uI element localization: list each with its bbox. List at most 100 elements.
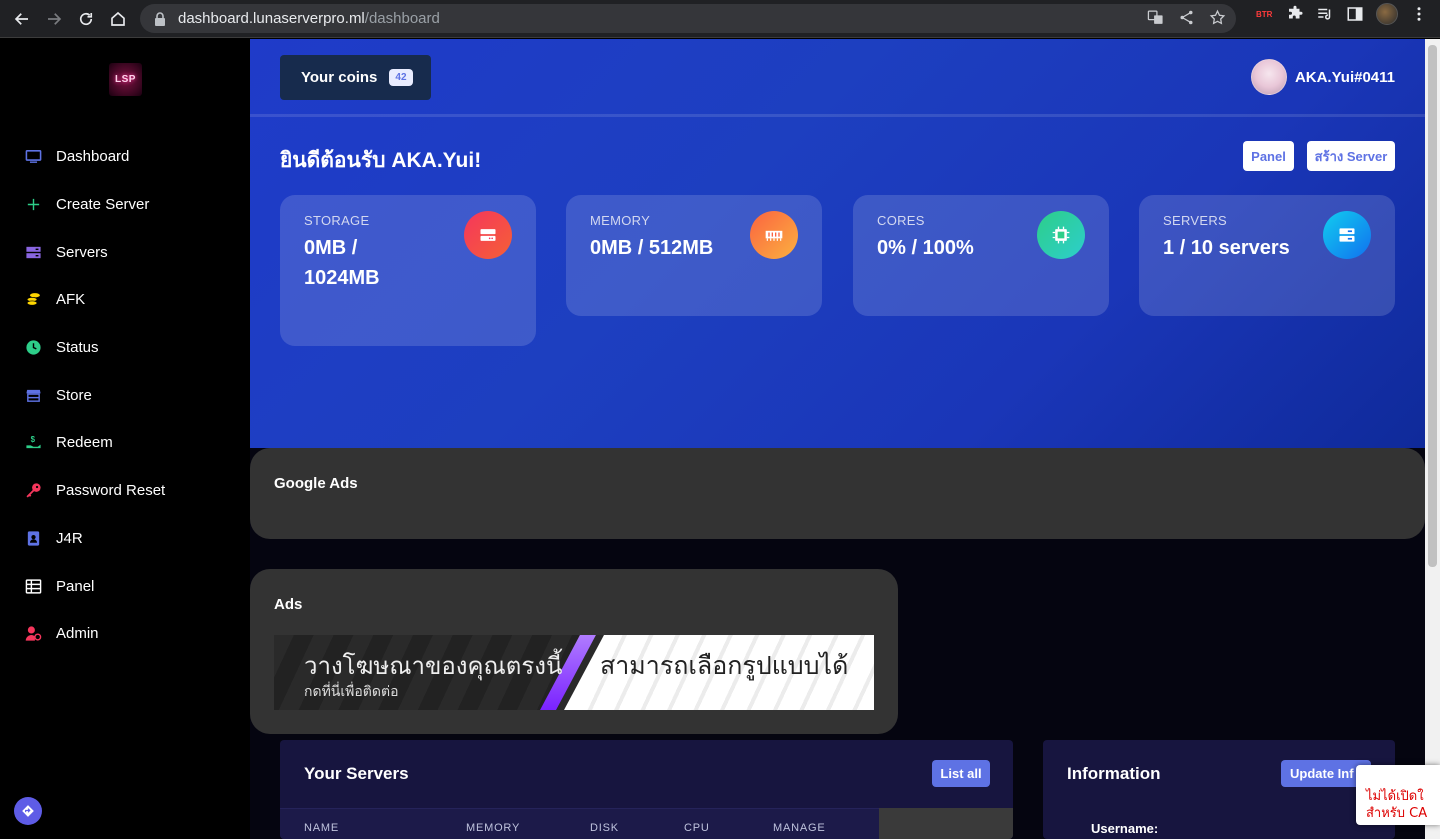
sidebar-item-label: Admin: [56, 625, 99, 643]
sidebar-item-servers[interactable]: Servers: [0, 228, 250, 276]
back-icon[interactable]: [6, 3, 38, 35]
stat-label: SERVERS: [1163, 213, 1227, 228]
stat-label: MEMORY: [590, 213, 651, 228]
avatar: [1250, 59, 1287, 95]
page-scrollbar[interactable]: [1425, 39, 1440, 839]
svg-text:$: $: [30, 435, 35, 444]
ad-headline: วางโฆษณาของคุณตรงนี้: [304, 652, 563, 680]
sidebar-item-label: Servers: [56, 243, 108, 261]
hero-header: Your coins 42 AKA.Yui#0411 ยินดีต้อนรับ …: [250, 39, 1425, 448]
ads-title: Ads: [274, 596, 303, 613]
lock-icon: [155, 11, 165, 26]
ad-subline: กดที่นี่เพื่อติดต่อ: [304, 684, 399, 700]
sidebar-item-afk[interactable]: AFK: [0, 276, 250, 324]
sidebar-nav: Dashboard Create Server Servers AFK Stat…: [0, 133, 250, 658]
diamond-arrow-icon: [22, 805, 34, 817]
ad-banner[interactable]: วางโฆษณาของคุณตรงนี้ กดที่นี่เพื่อติดต่อ…: [274, 635, 874, 710]
more-menu-icon[interactable]: [1410, 5, 1428, 23]
sidebar-item-create-server[interactable]: Create Server: [0, 181, 250, 229]
user-menu[interactable]: AKA.Yui#0411: [1250, 59, 1395, 95]
topbar: Your coins 42 AKA.Yui#0411: [250, 39, 1425, 117]
translate-icon[interactable]: [1147, 9, 1164, 26]
extensions-puzzle-icon[interactable]: [1286, 5, 1304, 23]
stat-card-servers: SERVERS 1 / 10 servers: [1139, 195, 1395, 316]
btr-extension-icon[interactable]: BTR: [1256, 10, 1274, 19]
server-icon: [1323, 211, 1371, 259]
create-server-button[interactable]: สร้าง Server: [1307, 141, 1395, 171]
username-label: Username:: [1091, 821, 1159, 836]
column-header: NAME: [304, 822, 339, 834]
reload-icon[interactable]: [70, 3, 102, 35]
stat-label: STORAGE: [304, 213, 370, 228]
sidebar-item-label: Redeem: [56, 434, 113, 452]
monitor-icon: [24, 148, 42, 166]
table-icon: [24, 577, 42, 595]
url-path: /dashboard: [364, 10, 440, 27]
your-servers-panel: Your Servers List all NAME MEMORY DISK C…: [280, 740, 1013, 839]
stat-card-storage: STORAGE 0MB / 1024MB: [280, 195, 536, 346]
column-header: MANAGE: [773, 822, 826, 834]
hdd-icon: [464, 211, 512, 259]
stat-card-memory: MEMORY 0MB / 512MB: [566, 195, 822, 316]
plus-icon: [24, 196, 42, 214]
list-all-button[interactable]: List all: [932, 760, 990, 787]
panel-title: Information: [1067, 764, 1161, 783]
hand-dollar-icon: $: [24, 434, 42, 452]
sidebar-item-store[interactable]: Store: [0, 371, 250, 419]
logo[interactable]: LSP: [109, 63, 142, 96]
profile-avatar-icon[interactable]: [1376, 3, 1398, 25]
column-header: DISK: [590, 822, 619, 834]
coins-badge: 42: [389, 69, 413, 86]
clock-icon: [24, 339, 42, 357]
stat-label: CORES: [877, 213, 925, 228]
sidebar-item-label: Panel: [56, 577, 95, 595]
sidebar-item-redeem[interactable]: $ Redeem: [0, 419, 250, 467]
sidebar-item-label: Dashboard: [56, 148, 130, 166]
sidebar-item-label: AFK: [56, 291, 86, 309]
memory-icon: [750, 211, 798, 259]
notification-toast[interactable]: ไม่ได้เปิดใ สำหรับ CA: [1356, 765, 1440, 825]
main-content: Your coins 42 AKA.Yui#0411 ยินดีต้อนรับ …: [250, 39, 1425, 839]
forward-icon[interactable]: [38, 3, 70, 35]
coins-button[interactable]: Your coins 42: [280, 55, 431, 100]
coins-label: Your coins: [301, 69, 378, 86]
sidebar-item-dashboard[interactable]: Dashboard: [0, 133, 250, 181]
sidebar-item-status[interactable]: Status: [0, 324, 250, 372]
side-panel-icon[interactable]: [1346, 5, 1364, 23]
sidebar-item-j4r[interactable]: J4R: [0, 515, 250, 563]
sidebar-item-label: Password Reset: [56, 482, 166, 500]
stat-value: 0% / 100%: [877, 237, 974, 259]
sidebar-item-label: Store: [56, 386, 92, 404]
sidebar-item-label: Create Server: [56, 196, 150, 214]
panel-button[interactable]: Panel: [1243, 141, 1294, 171]
store-icon: [24, 386, 42, 404]
stat-value: 1 / 10 servers: [1163, 237, 1290, 259]
google-ads-title: Google Ads: [274, 475, 358, 492]
panel-title: Your Servers: [304, 764, 409, 783]
contact-icon: [24, 529, 42, 547]
welcome-title: ยินดีต้อนรับ AKA.Yui!: [280, 149, 482, 172]
column-header: CPU: [684, 822, 710, 834]
username: AKA.Yui#0411: [1294, 68, 1395, 86]
sidebar-toggle-button[interactable]: [14, 797, 42, 825]
stat-card-cores: CORES 0% / 100%: [853, 195, 1109, 316]
share-icon[interactable]: [1178, 9, 1195, 26]
column-header: MEMORY: [466, 822, 521, 834]
url-host: dashboard.lunaserverpro.ml: [178, 10, 365, 27]
server-icon: [24, 243, 42, 261]
sidebar-item-label: J4R: [56, 529, 83, 547]
sidebar-item-panel[interactable]: Panel: [0, 562, 250, 610]
stat-value: 0MB / 1024MB: [304, 237, 380, 289]
sidebar-item-password-reset[interactable]: Password Reset: [0, 467, 250, 515]
information-panel: Information Update Inf Username:: [1043, 740, 1395, 839]
cpu-icon: [1037, 211, 1085, 259]
ad-right-text: สามารถเลือกรูปแบบได้: [600, 651, 849, 680]
media-queue-icon[interactable]: [1316, 5, 1334, 23]
home-icon[interactable]: [102, 3, 134, 35]
bookmark-star-icon[interactable]: [1209, 9, 1226, 26]
user-cog-icon: [24, 625, 42, 643]
google-ads-card: Google Ads: [250, 448, 1425, 539]
coins-icon: [24, 291, 42, 309]
address-bar[interactable]: dashboard.lunaserverpro.ml/dashboard: [140, 4, 1236, 33]
sidebar-item-admin[interactable]: Admin: [0, 610, 250, 658]
